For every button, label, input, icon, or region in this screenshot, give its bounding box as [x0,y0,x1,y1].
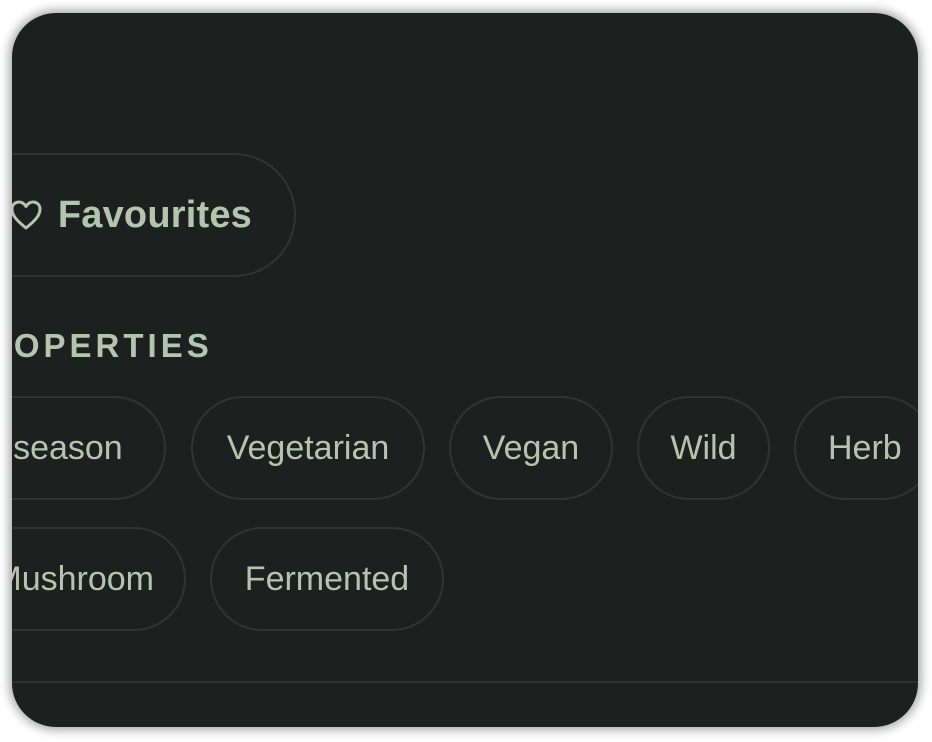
section-title-properties: PROPERTIES [12,327,213,364]
chip-in-season[interactable]: In season [12,396,166,500]
chip-vegan[interactable]: Vegan [449,396,613,500]
chip-wild[interactable]: Wild [637,396,770,500]
favourites-toggle[interactable]: Favourites [12,153,296,277]
filter-panel: Favourites PROPERTIES In season Vegetari… [12,13,918,727]
heart-icon [12,198,42,232]
chip-label: Vegan [482,428,580,467]
chip-herb[interactable]: Herb [794,396,918,500]
chip-label: Wild [670,428,737,467]
chip-label: Vegetarian [226,428,390,467]
favourites-label: Favourites [57,193,252,236]
chip-label: In season [12,428,123,467]
chip-fermented[interactable]: Fermented [210,527,444,631]
chip-label: Fermented [244,559,410,598]
chip-mushroom[interactable]: Mushroom [12,527,186,631]
chip-vegetarian[interactable]: Vegetarian [191,396,425,500]
chip-label: Herb [828,428,902,467]
bottom-divider [12,681,918,683]
chip-label: Mushroom [12,559,154,598]
